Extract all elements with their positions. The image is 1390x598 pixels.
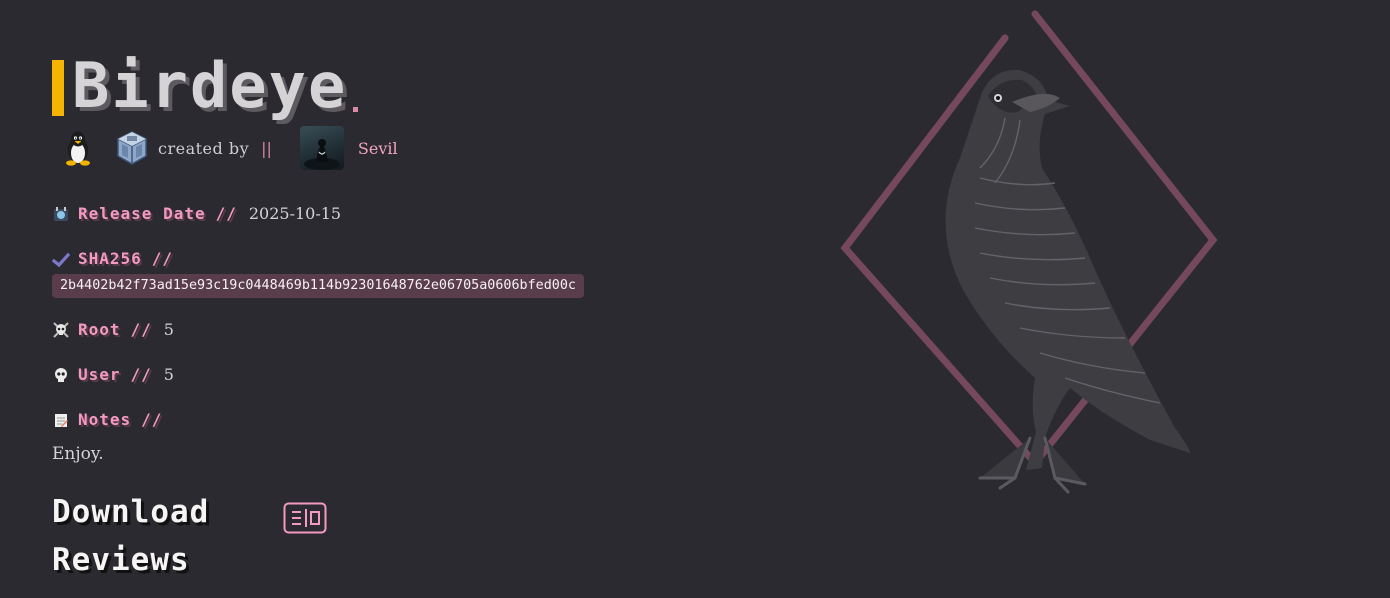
user-value: 5 (163, 365, 174, 384)
avatar-image (303, 139, 340, 170)
sha256-label: SHA256 (78, 249, 142, 268)
notes-row: Notes // (52, 410, 162, 429)
download-heading: Download (52, 494, 210, 530)
release-date-value: 2025-10-15 (248, 204, 342, 223)
page-title: Birdeye (52, 49, 359, 122)
memo-icon (55, 413, 68, 427)
root-label: Root (78, 320, 121, 339)
machine-meta: created by || Sevil (62, 126, 398, 170)
linux-penguin-icon (66, 131, 90, 166)
sha256-hash-value[interactable]: 2b4402b42f73ad15e93c19c0448469b114b92301… (52, 274, 584, 298)
release-date-row: Release Date // 2025-10-15 (52, 204, 341, 223)
notes-text: Enjoy. (52, 444, 104, 464)
root-separator: // (130, 320, 152, 339)
raven (945, 69, 1190, 494)
notes-separator: // (141, 410, 163, 429)
sha256-separator: // (151, 249, 174, 268)
reviews-heading: Reviews (52, 542, 190, 578)
skull-icon (55, 367, 67, 382)
title-accent-bar (52, 60, 64, 116)
root-row: Root // 5 (52, 320, 174, 339)
author-link[interactable]: Sevil (358, 139, 398, 158)
notes-label: Notes (78, 410, 132, 429)
checkmark-icon (52, 252, 70, 267)
user-separator: // (130, 365, 152, 384)
skull-crossbones-icon (53, 321, 69, 338)
machine-panel: Birdeye created by || Sevil Release Date… (52, 0, 672, 598)
root-value: 5 (163, 320, 174, 339)
release-date-label: Release Date (78, 204, 206, 223)
sha256-row: SHA256 // (52, 249, 173, 268)
avatar[interactable] (299, 126, 344, 170)
release-date-separator: // (215, 204, 237, 223)
user-label: User (78, 365, 121, 384)
created-by-separator: || (261, 138, 272, 158)
title-dot (353, 107, 359, 112)
machine-title: Birdeye (72, 49, 348, 122)
virtualbox-icon (117, 131, 147, 165)
raven-illustration (840, 10, 1218, 494)
calendar-icon (54, 206, 68, 221)
download-icon[interactable] (283, 502, 327, 534)
user-row: User // 5 (52, 365, 174, 384)
created-by-label: created by (158, 138, 250, 158)
